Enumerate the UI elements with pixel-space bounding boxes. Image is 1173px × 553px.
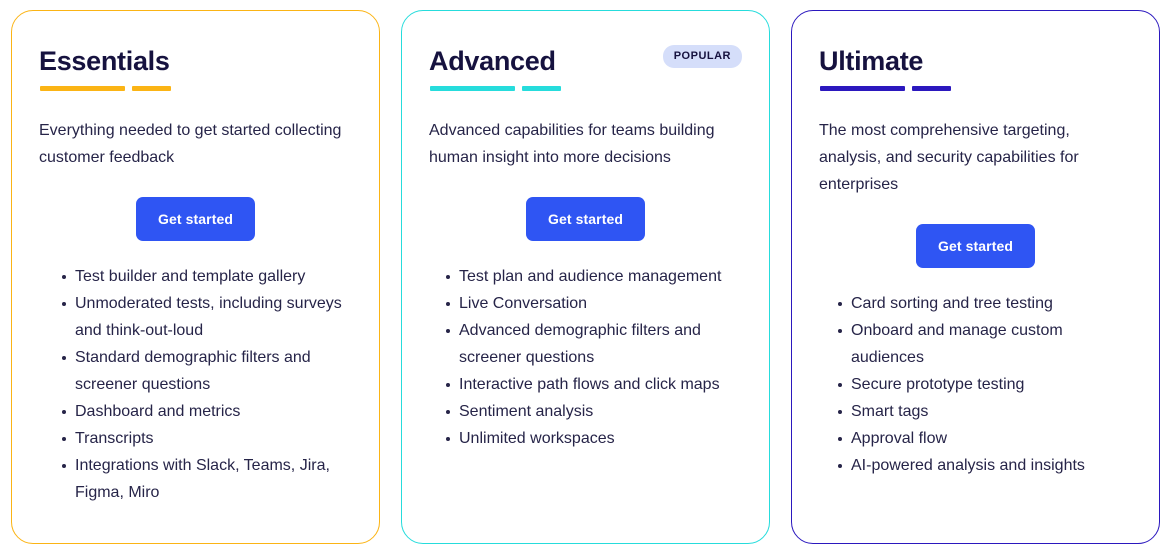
underline-segment-long xyxy=(430,86,515,91)
feature-list: Test builder and template gallery Unmode… xyxy=(36,263,355,506)
feature-list: Test plan and audience management Live C… xyxy=(426,263,745,452)
list-item: Card sorting and tree testing xyxy=(838,290,1135,317)
title-underline-accent xyxy=(430,86,561,91)
title-underline-accent xyxy=(820,86,951,91)
cta-container: Get started xyxy=(36,197,355,241)
pricing-plan-row: Essentials Everything needed to get star… xyxy=(0,0,1173,553)
plan-card-header: Advanced POPULAR xyxy=(426,31,745,91)
get-started-button[interactable]: Get started xyxy=(915,224,1035,268)
list-item: Unlimited workspaces xyxy=(446,425,745,452)
list-item: Unmoderated tests, including surveys and… xyxy=(62,290,355,344)
popular-badge: POPULAR xyxy=(662,45,742,68)
list-item: Test plan and audience management xyxy=(446,263,745,290)
list-item: Secure prototype testing xyxy=(838,371,1135,398)
list-item: Test builder and template gallery xyxy=(62,263,355,290)
underline-segment-short xyxy=(132,86,171,91)
plan-description: The most comprehensive targeting, analys… xyxy=(819,122,1079,193)
plan-title-group: Ultimate xyxy=(816,31,951,91)
get-started-button[interactable]: Get started xyxy=(525,197,645,241)
plan-title: Essentials xyxy=(39,46,170,76)
list-item: Approval flow xyxy=(838,425,1135,452)
underline-segment-long xyxy=(40,86,125,91)
list-item: Dashboard and metrics xyxy=(62,398,355,425)
pricing-page: Essentials Everything needed to get star… xyxy=(0,0,1173,553)
cta-container: Get started xyxy=(426,197,745,241)
plan-title: Ultimate xyxy=(819,46,924,76)
plan-card-header: Ultimate xyxy=(816,31,1135,91)
feature-list: Card sorting and tree testing Onboard an… xyxy=(816,290,1135,479)
list-item: Advanced demographic filters and screene… xyxy=(446,317,745,371)
list-item: Sentiment analysis xyxy=(446,398,745,425)
list-item: Live Conversation xyxy=(446,290,745,317)
plan-card-essentials[interactable]: Essentials Everything needed to get star… xyxy=(11,10,380,544)
list-item: Transcripts xyxy=(62,425,355,452)
underline-segment-short xyxy=(522,86,561,91)
plan-card-advanced[interactable]: Advanced POPULAR Advanced capabilities f… xyxy=(401,10,770,544)
list-item: Onboard and manage custom audiences xyxy=(838,317,1135,371)
list-item: Interactive path flows and click maps xyxy=(446,371,745,398)
plan-description: Everything needed to get started collect… xyxy=(39,122,342,166)
plan-title-group: Essentials xyxy=(36,31,171,91)
plan-description: Advanced capabilities for teams building… xyxy=(429,122,715,166)
list-item: Integrations with Slack, Teams, Jira, Fi… xyxy=(62,452,355,506)
list-item: Smart tags xyxy=(838,398,1135,425)
plan-card-header: Essentials xyxy=(36,31,355,91)
underline-segment-short xyxy=(912,86,951,91)
plan-title: Advanced xyxy=(429,46,556,76)
get-started-button[interactable]: Get started xyxy=(135,197,255,241)
list-item: AI-powered analysis and insights xyxy=(838,452,1135,479)
plan-title-group: Advanced xyxy=(426,31,561,91)
list-item: Standard demographic filters and screene… xyxy=(62,344,355,398)
cta-container: Get started xyxy=(816,224,1135,268)
title-underline-accent xyxy=(40,86,171,91)
plan-card-ultimate[interactable]: Ultimate The most comprehensive targetin… xyxy=(791,10,1160,544)
underline-segment-long xyxy=(820,86,905,91)
